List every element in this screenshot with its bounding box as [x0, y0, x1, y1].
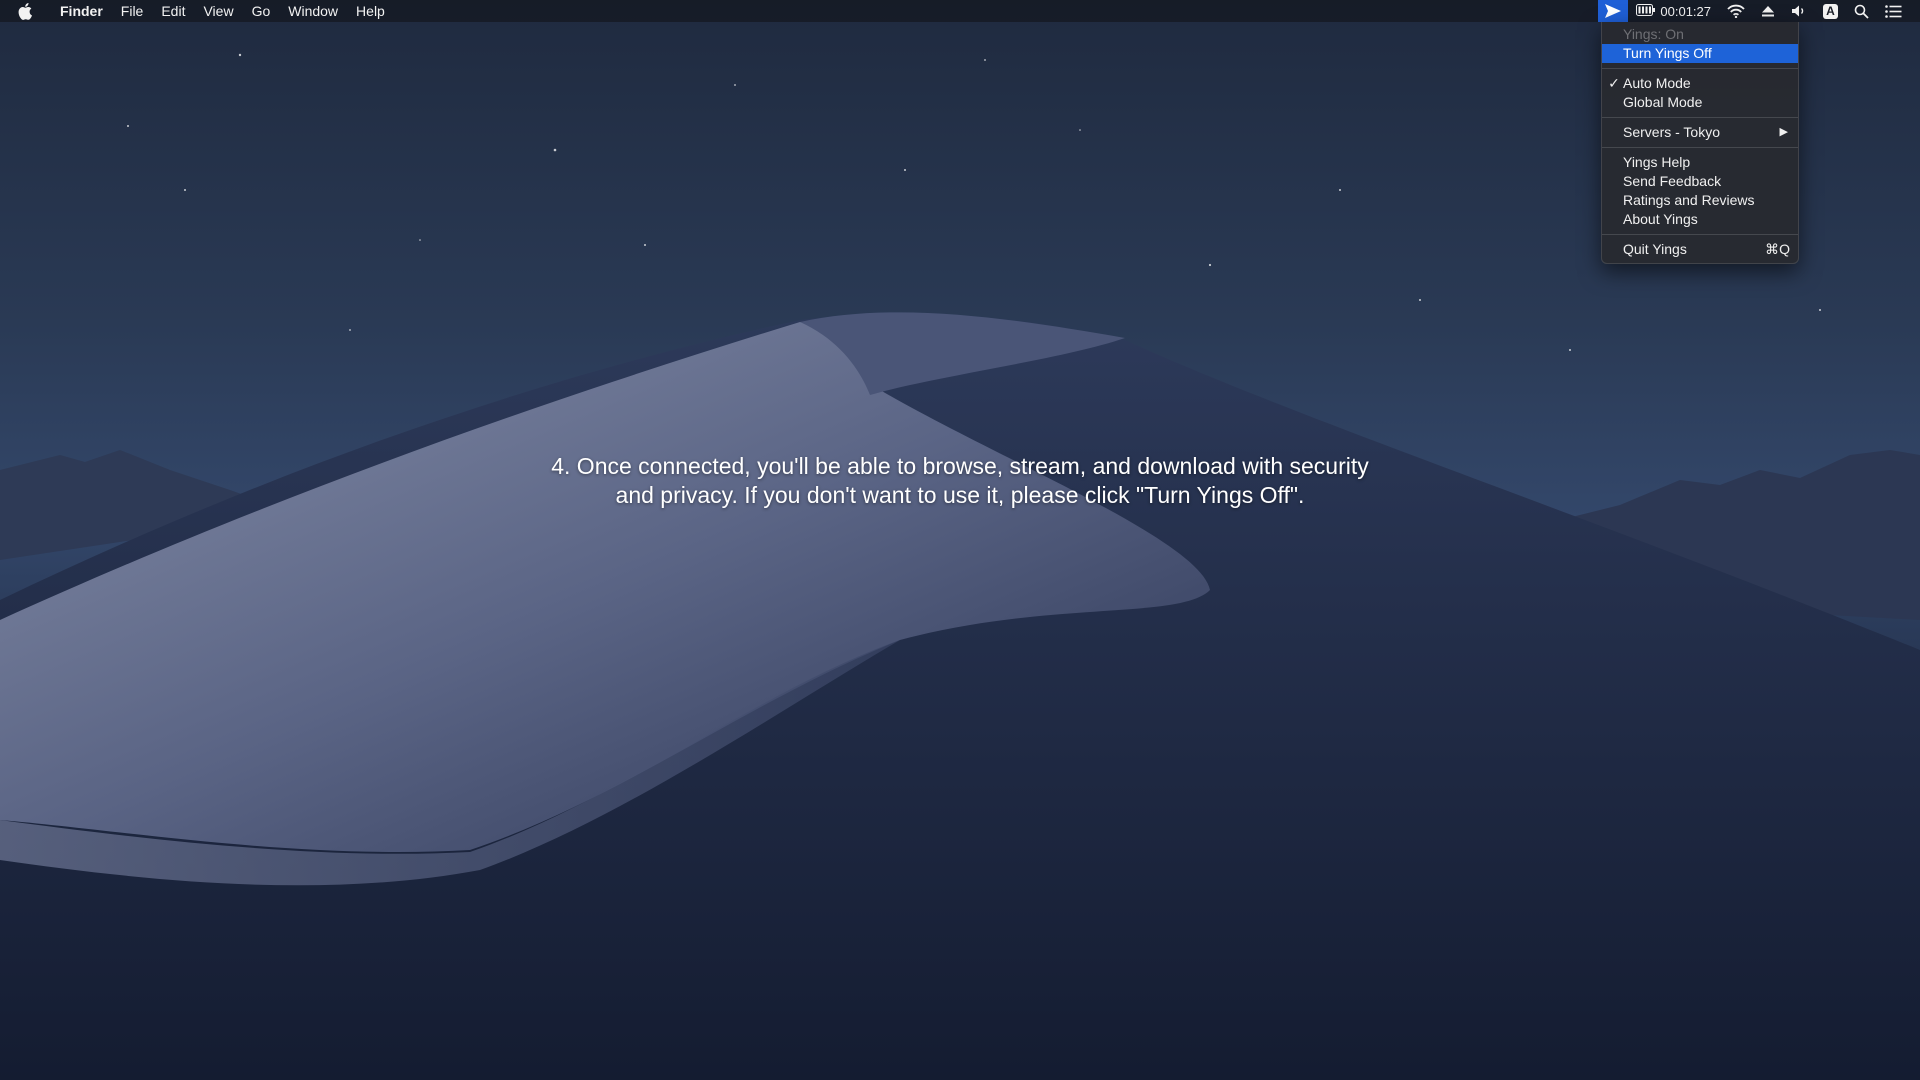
menu-bar: Finder File Edit View Go Window Help 00:… [0, 0, 1920, 22]
desktop: Finder File Edit View Go Window Help 00:… [0, 0, 1920, 1080]
menu-window[interactable]: Window [279, 0, 347, 22]
menu-item-quit[interactable]: Quit Yings ⌘Q [1602, 240, 1798, 259]
timer-text: 00:01:27 [1660, 3, 1711, 19]
yings-status-icon[interactable] [1598, 0, 1629, 22]
menu-separator [1602, 147, 1798, 148]
menu-finder[interactable]: Finder [52, 0, 112, 22]
input-source-icon[interactable]: A [1815, 0, 1846, 22]
submenu-arrow-icon: ▶ [1779, 126, 1788, 138]
caption-line-2: and privacy. If you don't want to use it… [615, 482, 1305, 508]
instruction-caption: 4. Once connected, you'll be able to bro… [460, 452, 1460, 510]
spotlight-search-icon[interactable] [1846, 0, 1877, 22]
menu-file[interactable]: File [112, 0, 153, 22]
menu-item-global-mode[interactable]: Global Mode [1602, 93, 1798, 112]
servers-label: Servers - Tokyo [1623, 124, 1720, 140]
menu-item-status: Yings: On [1623, 26, 1684, 42]
menu-edit[interactable]: Edit [152, 0, 194, 22]
menu-separator [1602, 117, 1798, 118]
menu-separator [1602, 234, 1798, 235]
battery-icon [1636, 3, 1656, 19]
menu-separator [1602, 68, 1798, 69]
menu-item-help[interactable]: Yings Help [1602, 153, 1798, 172]
menu-view[interactable]: View [194, 0, 242, 22]
menu-item-turn-off[interactable]: Turn Yings Off [1602, 44, 1798, 63]
menu-item-feedback[interactable]: Send Feedback [1602, 172, 1798, 191]
quit-shortcut: ⌘Q [1765, 241, 1790, 257]
menu-help[interactable]: Help [347, 0, 394, 22]
apple-menu-icon[interactable] [18, 2, 38, 20]
notification-center-icon[interactable] [1877, 0, 1920, 22]
menu-item-ratings[interactable]: Ratings and Reviews [1602, 191, 1798, 210]
yings-dropdown-menu: Yings: On Turn Yings Off ✓ Auto Mode Glo… [1601, 22, 1799, 264]
quit-label: Quit Yings [1623, 241, 1687, 257]
menu-go[interactable]: Go [243, 0, 280, 22]
menu-item-auto-mode[interactable]: ✓ Auto Mode [1602, 74, 1798, 93]
battery-timer[interactable]: 00:01:27 [1628, 0, 1719, 22]
volume-icon[interactable] [1783, 0, 1815, 22]
menu-item-servers[interactable]: Servers - Tokyo ▶ [1602, 123, 1798, 142]
auto-mode-label: Auto Mode [1623, 75, 1691, 91]
menu-item-about[interactable]: About Yings [1602, 210, 1798, 229]
checkmark-icon: ✓ [1608, 75, 1620, 91]
wifi-icon[interactable] [1719, 0, 1753, 22]
caption-line-1: 4. Once connected, you'll be able to bro… [551, 453, 1369, 479]
eject-icon[interactable] [1753, 0, 1783, 22]
